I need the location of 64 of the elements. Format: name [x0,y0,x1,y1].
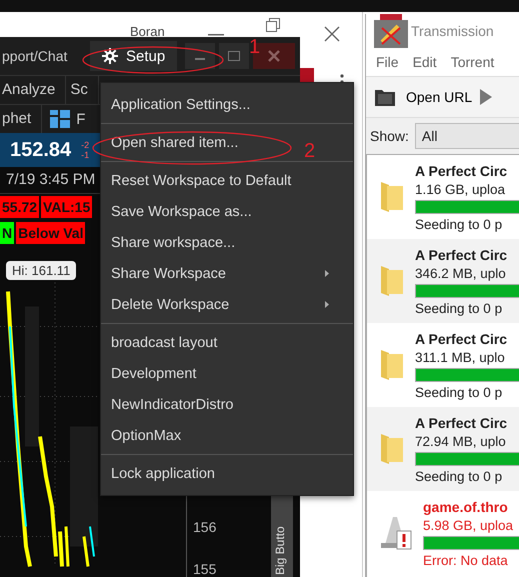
menu-item[interactable]: Save Workspace as... [101,196,276,227]
tooltip: Hi: 161.11 [6,261,76,280]
folder-icon [379,180,405,214]
header-tab[interactable]: pport/Chat [0,48,86,64]
torrent-size: 5.98 GB, uploa [423,518,514,532]
menu-item[interactable]: File [376,54,399,70]
indicator-badge: N [0,222,14,244]
price-axis-label: 156 [192,519,218,535]
torrent-status: Seeding to 0 p [415,300,504,316]
indicator-badge: Below Val [16,222,86,244]
menu-item[interactable]: Share Workspace [101,258,353,289]
nav-tab[interactable]: F [76,110,86,128]
folder-icon [379,432,405,466]
menu-item[interactable]: Torrent [450,54,494,70]
torrent-name: game.of.thro [423,498,509,514]
menu-item[interactable]: Edit [412,54,437,70]
menu-item[interactable]: Open shared item... [101,127,262,158]
menu-item[interactable]: OptionMax [101,420,206,451]
price-value: 152.84 [9,138,72,162]
maximize-icon[interactable] [219,43,250,69]
settings-icon [102,48,118,64]
indicator-badge: VAL:15 [41,196,92,218]
annotation-number: 1 [249,36,260,59]
folder-icon [379,264,405,298]
torrent-status: Seeding to 0 p [415,468,504,484]
torrent-status: Seeding to 0 p [415,216,504,232]
layout-icon[interactable] [50,110,70,128]
torrent-size: 346.2 MB, uplo [415,266,507,280]
torrent-name: A Perfect Circ [415,162,508,178]
setup-button[interactable]: Setup [90,41,178,71]
app-icon [374,14,408,48]
change-value: -2 [81,140,90,150]
torrent-status: Error: No data [423,552,509,568]
restore-icon[interactable] [266,18,280,32]
torrent-size: 311.1 MB, uplo [415,350,506,364]
menu-item[interactable]: Lock application [101,458,239,489]
filter-label: Show: [370,128,409,144]
window-title: Transmission [411,23,494,39]
menu-item[interactable]: Application Settings... [101,89,274,120]
menu-item[interactable]: NewIndicatorDistro [101,389,258,420]
torrent-status: Seeding to 0 p [415,384,504,400]
minimize-icon[interactable] [208,34,224,36]
torrent-size: 72.94 MB, uplo [415,434,507,448]
side-tab[interactable]: Big Butto [271,495,293,577]
folder-icon [374,87,396,107]
menu-item[interactable]: Delete Workspace [101,289,353,320]
warning-cone-icon [379,515,413,551]
torrent-name: A Perfect Circ [415,414,508,430]
menu-item[interactable]: Share workspace... [101,227,260,258]
torrent-size: 1.16 GB, uploa [415,182,506,196]
annotation-number: 2 [304,140,316,163]
minimize-icon[interactable] [185,43,216,69]
torrent-name: A Perfect Circ [415,330,508,346]
close-icon[interactable] [324,26,340,42]
play-icon[interactable] [480,89,492,105]
menu-item[interactable]: Development [101,358,220,389]
folder-icon [379,348,405,382]
window-title: Boran [130,24,165,39]
menu-item[interactable]: broadcast layout [101,327,242,358]
price-axis-label: 155 [192,561,218,577]
filter-dropdown[interactable]: All [414,123,519,149]
change-value: -1 [81,150,90,160]
indicator-badge: 55.72 [0,196,40,218]
torrent-name: A Perfect Circ [415,246,508,262]
